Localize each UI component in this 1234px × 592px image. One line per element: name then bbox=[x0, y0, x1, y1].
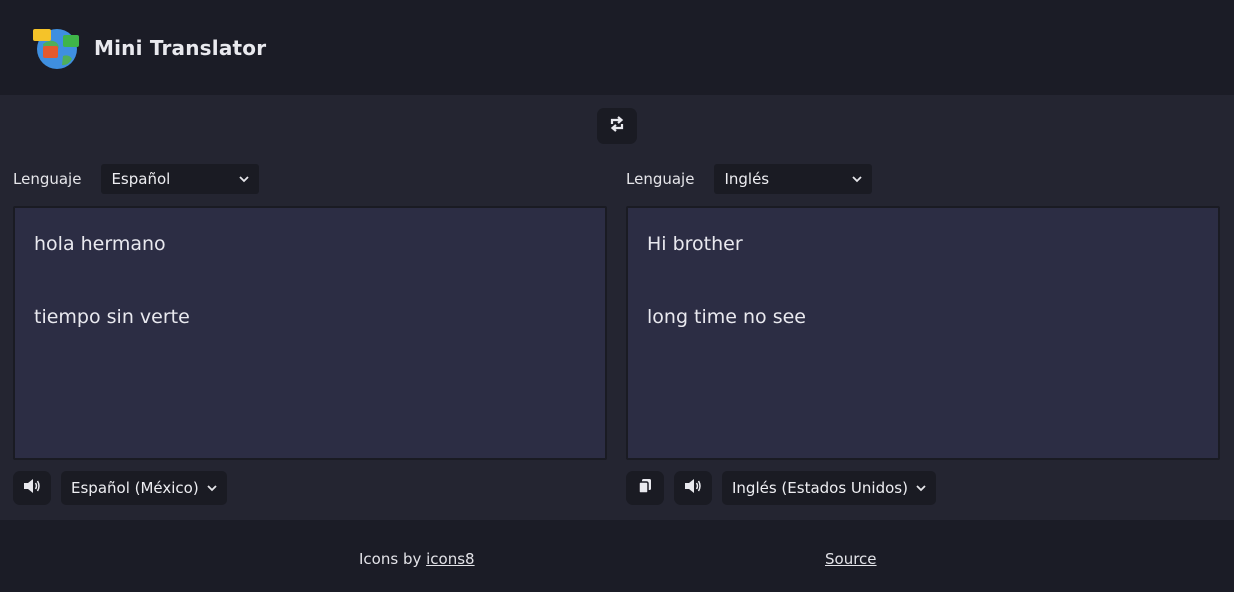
chevron-down-icon bbox=[852, 173, 863, 186]
target-controls: Inglés (Estados Unidos) bbox=[626, 471, 1220, 505]
target-voice-value: Inglés (Estados Unidos) bbox=[732, 479, 908, 497]
source-speak-button[interactable] bbox=[13, 471, 51, 505]
copy-translation-button[interactable] bbox=[626, 471, 664, 505]
target-language-row: Lenguaje Inglés bbox=[626, 164, 1220, 194]
source-voice-value: Español (México) bbox=[71, 479, 199, 497]
source-panel: Lenguaje Español hola hermano tiempo sin… bbox=[13, 164, 607, 505]
globe-chat-logo-icon bbox=[33, 26, 79, 70]
target-text-line: Hi brother bbox=[647, 233, 743, 255]
source-text-line: tiempo sin verte bbox=[34, 305, 190, 328]
source-text-input[interactable]: hola hermano tiempo sin verte bbox=[13, 206, 607, 460]
source-link[interactable]: Source bbox=[825, 550, 877, 568]
swap-arrows-icon bbox=[608, 115, 626, 137]
icons-credit: Icons by icons8 bbox=[359, 550, 475, 568]
target-speak-button[interactable] bbox=[674, 471, 712, 505]
translator-main: Lenguaje Español hola hermano tiempo sin… bbox=[0, 95, 1234, 520]
swap-languages-button[interactable] bbox=[597, 108, 637, 144]
chevron-down-icon bbox=[239, 173, 250, 186]
source-language-row: Lenguaje Español bbox=[13, 164, 607, 194]
target-language-select[interactable]: Inglés bbox=[714, 164, 873, 194]
source-voice-select[interactable]: Español (México) bbox=[61, 471, 227, 505]
copy-icon bbox=[637, 478, 653, 499]
app-footer: Icons by icons8 Source bbox=[0, 520, 1234, 592]
source-language-label: Lenguaje bbox=[13, 170, 82, 188]
target-language-label: Lenguaje bbox=[626, 170, 695, 188]
source-language-select[interactable]: Español bbox=[101, 164, 260, 194]
icons8-link[interactable]: icons8 bbox=[426, 550, 474, 568]
target-text-output[interactable]: Hi brother long time no see bbox=[626, 206, 1220, 460]
source-controls: Español (México) bbox=[13, 471, 607, 505]
source-language-value: Español bbox=[111, 170, 171, 188]
app-title: Mini Translator bbox=[94, 35, 267, 60]
chevron-down-icon bbox=[916, 482, 926, 495]
speaker-icon bbox=[23, 478, 41, 498]
target-panel: Lenguaje Inglés Hi brother long time no … bbox=[626, 164, 1220, 505]
target-voice-select[interactable]: Inglés (Estados Unidos) bbox=[722, 471, 936, 505]
speaker-icon bbox=[684, 478, 702, 498]
source-text-line: hola hermano bbox=[34, 233, 166, 255]
app-header: Mini Translator bbox=[0, 0, 1234, 95]
chevron-down-icon bbox=[207, 482, 217, 495]
target-text-line: long time no see bbox=[647, 305, 806, 328]
credit-prefix: Icons by bbox=[359, 550, 427, 568]
target-language-value: Inglés bbox=[724, 170, 770, 188]
